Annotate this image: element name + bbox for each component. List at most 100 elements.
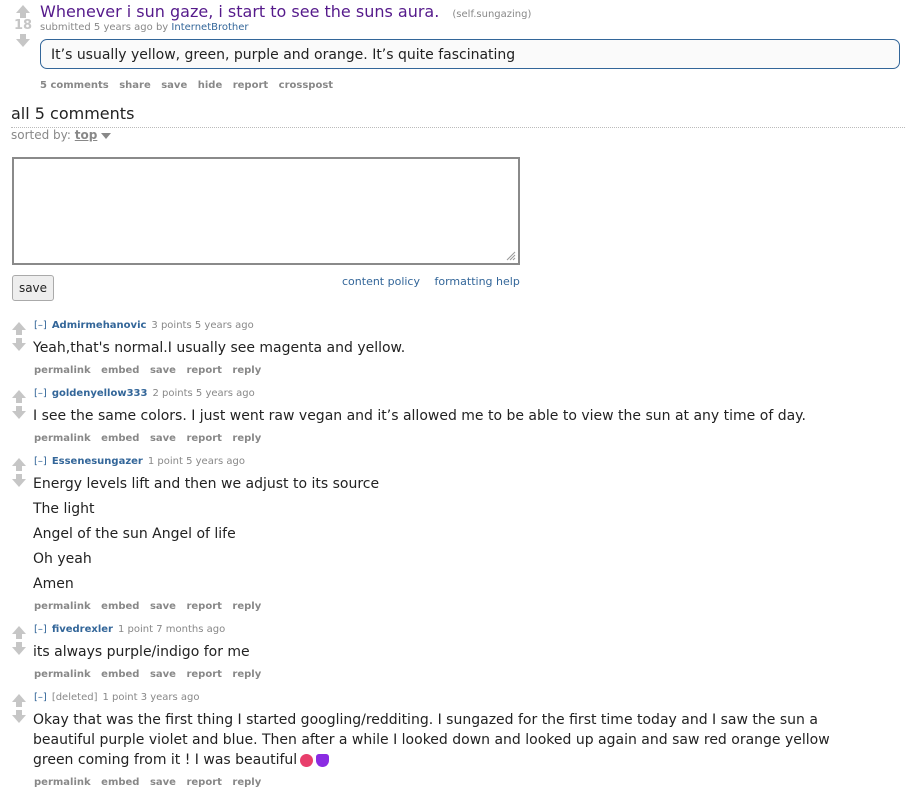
comment-author[interactable]: fivedrexler (52, 624, 113, 635)
permalink-button[interactable]: permalink (34, 365, 91, 376)
comment-author[interactable]: goldenyellow333 (52, 388, 148, 399)
comment-textarea[interactable] (12, 157, 520, 265)
content-policy-link[interactable]: content policy (342, 275, 420, 288)
comment-text: I see the same colors. I just went raw v… (33, 408, 806, 424)
report-button[interactable]: report (186, 669, 221, 680)
comment-meta: 2 points 5 years ago (152, 388, 255, 399)
comment-vote (8, 322, 30, 351)
post-tagline: submitted 5 years ago by InternetBrother (40, 22, 249, 33)
save-button[interactable]: save (150, 601, 176, 612)
sort-value[interactable]: top (75, 128, 98, 142)
reply-button[interactable]: reply (232, 777, 261, 788)
post-buttons: 5 comments share save hide report crossp… (40, 80, 340, 91)
post-crosspost-button[interactable]: crosspost (279, 80, 333, 91)
reply-button[interactable]: reply (232, 433, 261, 444)
resize-grip-icon[interactable] (506, 251, 516, 261)
sort-label: sorted by: (11, 128, 71, 142)
comment-meta: 1 point 5 years ago (147, 456, 245, 467)
post-share-button[interactable]: share (119, 80, 151, 91)
reply-button[interactable]: reply (232, 365, 261, 376)
upvote-arrow-icon[interactable] (8, 626, 30, 639)
post-hide-button[interactable]: hide (198, 80, 223, 91)
downvote-arrow-icon[interactable] (8, 642, 30, 655)
comment-vote (8, 390, 30, 419)
post-author[interactable]: InternetBrother (171, 22, 248, 33)
comment-meta: 1 point 3 years ago (102, 692, 200, 703)
permalink-button[interactable]: permalink (34, 669, 91, 680)
comment-text: its always purple/indigo for me (33, 644, 250, 660)
report-button[interactable]: report (186, 777, 221, 788)
report-button[interactable]: report (186, 365, 221, 376)
post-title-row: Whenever i sun gaze, i start to see the … (40, 2, 531, 21)
report-button[interactable]: report (186, 601, 221, 612)
comment-buttons: permalink embed save report reply (34, 365, 268, 376)
comment-buttons: permalink embed save report reply (34, 601, 268, 612)
comment-tagline: [–] goldenyellow333 2 points 5 years ago (34, 388, 255, 399)
downvote-arrow-icon[interactable] (8, 710, 30, 723)
save-button[interactable]: save (150, 365, 176, 376)
comment-text: The light (33, 501, 95, 517)
post-vote: 18 (12, 5, 34, 47)
purple-heart-emoji-icon (316, 753, 330, 767)
formatting-help-link[interactable]: formatting help (435, 275, 520, 288)
heart-eyes-emoji-icon (300, 753, 314, 767)
comment-author[interactable]: Admirmehanovic (52, 320, 147, 331)
comment-body: its always purple/indigo for me (33, 643, 250, 668)
comment-body: Energy levels lift and then we adjust to… (33, 475, 379, 600)
collapse-toggle[interactable]: [–] (34, 624, 47, 635)
comment-vote (8, 694, 30, 723)
save-button[interactable]: save (150, 777, 176, 788)
collapse-toggle[interactable]: [–] (34, 692, 47, 703)
embed-button[interactable]: embed (101, 601, 139, 612)
downvote-arrow-icon[interactable] (8, 338, 30, 351)
upvote-arrow-icon[interactable] (8, 694, 30, 707)
reply-button[interactable]: reply (232, 601, 261, 612)
sort-dropdown-icon[interactable] (101, 132, 112, 139)
comment-text-content: Okay that was the first thing I started … (33, 712, 830, 768)
divider (11, 127, 905, 128)
save-button[interactable]: save (150, 669, 176, 680)
sort-control: sorted by: top (11, 128, 112, 142)
comment-meta: 3 points 5 years ago (151, 320, 254, 331)
comment-text: Okay that was the first thing I started … (33, 710, 843, 770)
permalink-button[interactable]: permalink (34, 777, 91, 788)
comment-body: Okay that was the first thing I started … (33, 710, 843, 777)
comment-author[interactable]: Essenesungazer (52, 456, 143, 467)
comment-tagline: [–] Essenesungazer 1 point 5 years ago (34, 456, 245, 467)
downvote-arrow-icon[interactable] (8, 406, 30, 419)
comment-author: [deleted] (51, 692, 98, 703)
comment-text: Yeah,that's normal.I usually see magenta… (33, 340, 406, 356)
post-title-link[interactable]: Whenever i sun gaze, i start to see the … (40, 2, 439, 21)
comment-buttons: permalink embed save report reply (34, 777, 268, 788)
post-comments-button[interactable]: 5 comments (40, 80, 109, 91)
upvote-arrow-icon[interactable] (8, 322, 30, 335)
embed-button[interactable]: embed (101, 433, 139, 444)
collapse-toggle[interactable]: [–] (34, 388, 47, 399)
reply-save-button[interactable]: save (12, 275, 54, 301)
comment-buttons: permalink embed save report reply (34, 433, 268, 444)
upvote-arrow-icon[interactable] (12, 5, 34, 18)
post-submitted-text: submitted 5 years ago by (40, 22, 169, 33)
downvote-arrow-icon[interactable] (12, 34, 34, 47)
post-save-button[interactable]: save (161, 80, 187, 91)
collapse-toggle[interactable]: [–] (34, 320, 47, 331)
post-score: 18 (13, 18, 33, 33)
post-report-button[interactable]: report (233, 80, 268, 91)
comment-text: Angel of the sun Angel of life (33, 526, 236, 542)
comment-body: Yeah,that's normal.I usually see magenta… (33, 339, 405, 364)
upvote-arrow-icon[interactable] (8, 458, 30, 471)
post-selftext: It’s usually yellow, green, purple and o… (40, 39, 900, 69)
collapse-toggle[interactable]: [–] (34, 456, 47, 467)
comment-meta: 1 point 7 months ago (118, 624, 226, 635)
save-button[interactable]: save (150, 433, 176, 444)
downvote-arrow-icon[interactable] (8, 474, 30, 487)
permalink-button[interactable]: permalink (34, 433, 91, 444)
permalink-button[interactable]: permalink (34, 601, 91, 612)
post-domain[interactable]: (self.sungazing) (452, 9, 531, 20)
embed-button[interactable]: embed (101, 777, 139, 788)
embed-button[interactable]: embed (101, 365, 139, 376)
reply-button[interactable]: reply (232, 669, 261, 680)
report-button[interactable]: report (186, 433, 221, 444)
upvote-arrow-icon[interactable] (8, 390, 30, 403)
embed-button[interactable]: embed (101, 669, 139, 680)
